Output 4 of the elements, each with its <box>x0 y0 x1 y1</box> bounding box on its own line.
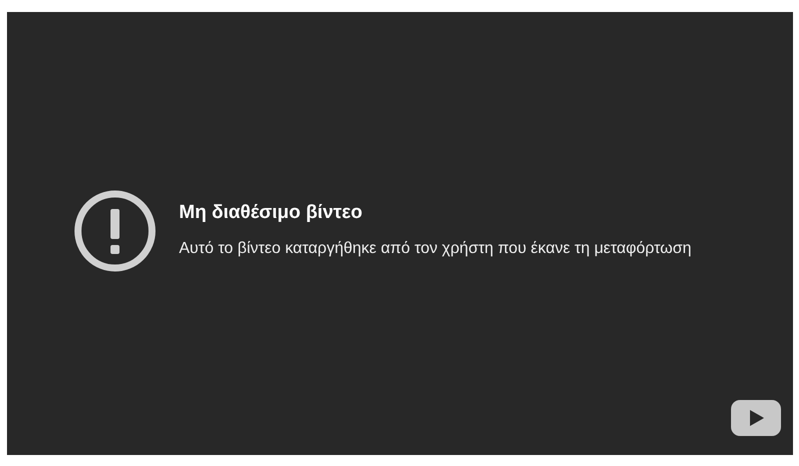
error-message: Αυτό το βίντεο καταργήθηκε από τον χρήστη που έκανε τη μεταφόρτωση <box>179 238 692 258</box>
warning-icon <box>73 189 157 273</box>
play-logo-icon[interactable] <box>731 400 781 436</box>
error-title: Μη διαθέσιμο βίντεο <box>179 202 364 224</box>
